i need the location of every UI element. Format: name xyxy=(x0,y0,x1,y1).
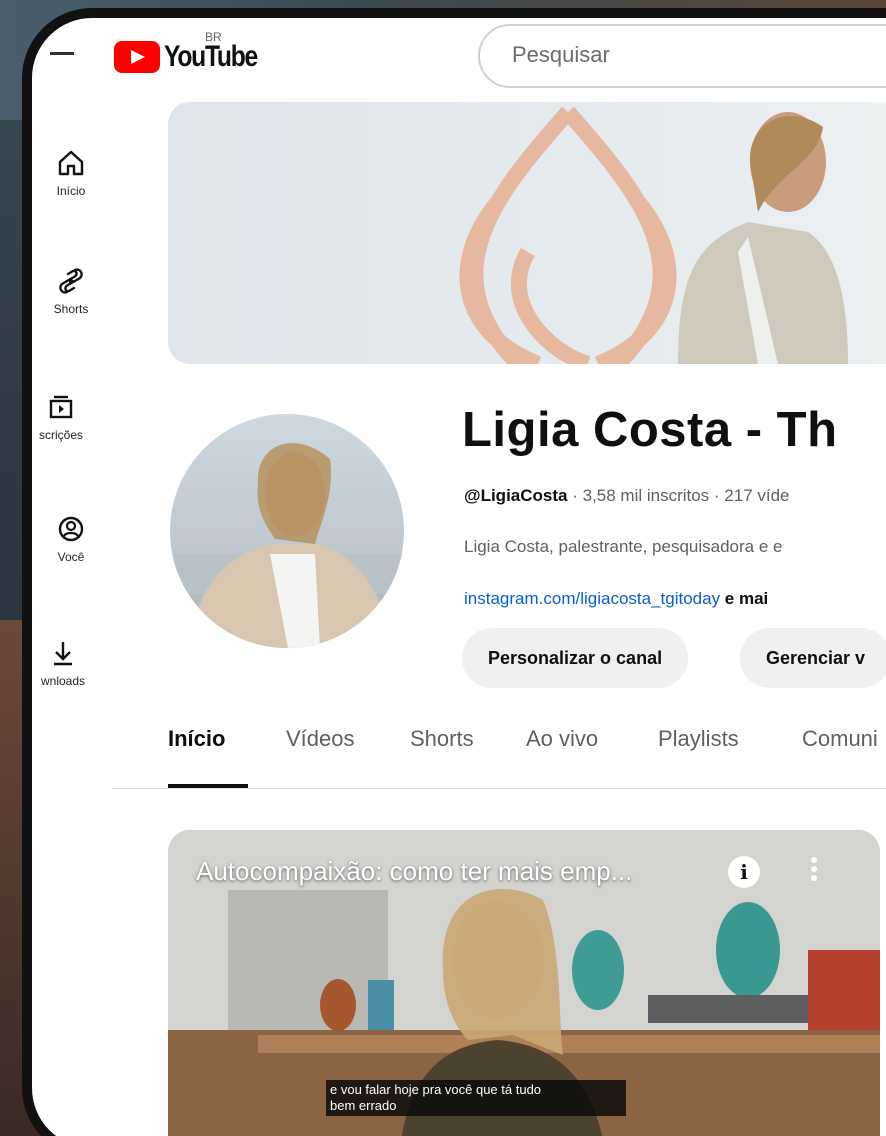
sidebar-item-label: wnloads xyxy=(40,674,86,688)
tab-playlists[interactable]: Playlists xyxy=(658,726,739,752)
manage-videos-button[interactable]: Gerenciar v xyxy=(740,628,886,688)
channel-description[interactable]: Ligia Costa, palestrante, pesquisadora e… xyxy=(464,537,782,557)
instagram-link[interactable]: instagram.com/ligiacosta_tgitoday xyxy=(464,589,720,608)
more-options-icon[interactable] xyxy=(808,854,820,890)
sidebar-item-downloads[interactable]: wnloads xyxy=(32,638,102,688)
top-bar: YouTube BR xyxy=(32,18,886,98)
tab-home[interactable]: Início xyxy=(168,726,225,752)
shorts-icon xyxy=(59,268,83,294)
banner-photo xyxy=(678,112,848,364)
home-icon xyxy=(58,150,84,176)
tab-community[interactable]: Comuni xyxy=(802,726,878,752)
more-links[interactable]: e mai xyxy=(720,589,768,608)
download-icon xyxy=(54,642,72,666)
channel-stats: · 3,58 mil inscritos · 217 víde xyxy=(567,486,790,505)
sidebar-item-label: Início xyxy=(56,184,86,198)
channel-avatar[interactable] xyxy=(170,414,404,648)
video-caption: e vou falar hoje pra você que tá tudo be… xyxy=(326,1080,626,1116)
sidebar-item-home[interactable]: Início xyxy=(32,148,110,198)
subscriptions-icon xyxy=(49,395,73,419)
youtube-play-icon xyxy=(114,41,160,73)
avatar-photo xyxy=(170,443,404,648)
video-title[interactable]: Autocompaixão: como ter mais emp... xyxy=(196,856,632,887)
sidebar-item-subscriptions[interactable]: scrições xyxy=(32,392,100,442)
logo-text: YouTube xyxy=(164,40,258,73)
featured-video-player[interactable]: Autocompaixão: como ter mais emp... i e … xyxy=(168,830,880,1136)
tabs-divider xyxy=(112,788,886,789)
customize-channel-button[interactable]: Personalizar o canal xyxy=(462,628,689,688)
channel-meta: @LigiaCosta · 3,58 mil inscritos · 217 v… xyxy=(464,486,790,506)
channel-banner xyxy=(168,102,886,364)
caption-line: bem errado xyxy=(330,1098,397,1113)
tab-videos[interactable]: Vídeos xyxy=(286,726,355,752)
sidebar-item-label: scrições xyxy=(38,428,83,442)
info-icon[interactable]: i xyxy=(728,856,760,888)
device-screen: YouTube BR Início Shorts xyxy=(22,8,886,1136)
you-icon xyxy=(58,516,84,542)
tab-shorts[interactable]: Shorts xyxy=(410,726,474,752)
search-input[interactable] xyxy=(512,42,886,68)
search-box[interactable] xyxy=(478,24,886,88)
sidebar-item-label: Shorts xyxy=(53,302,89,316)
channel-links: instagram.com/ligiacosta_tgitoday e mai xyxy=(464,589,768,609)
tab-live[interactable]: Ao vivo xyxy=(526,726,598,752)
region-code: BR xyxy=(205,30,222,44)
sidebar-item-label: Você xyxy=(57,550,85,564)
youtube-logo[interactable]: YouTube xyxy=(114,40,277,74)
channel-handle[interactable]: @LigiaCosta xyxy=(464,486,567,505)
sidebar-item-you[interactable]: Você xyxy=(32,514,110,564)
sidebar-item-shorts[interactable]: Shorts xyxy=(32,266,110,316)
menu-icon[interactable] xyxy=(50,52,74,55)
caption-line: e vou falar hoje pra você que tá tudo xyxy=(330,1082,542,1097)
channel-title: Ligia Costa - Th xyxy=(462,403,838,457)
